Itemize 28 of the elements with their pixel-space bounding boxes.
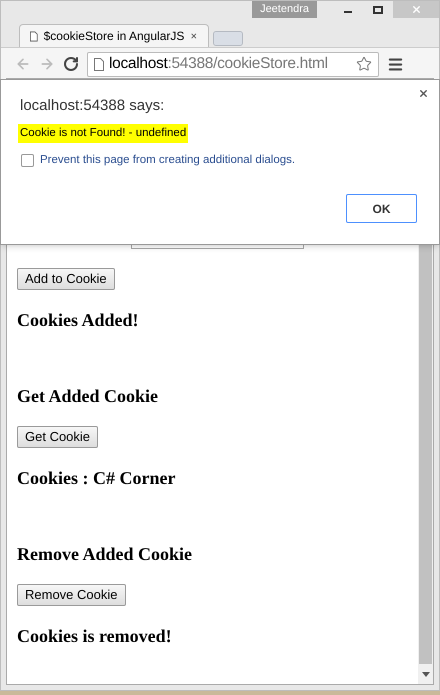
ok-button[interactable]: OK bbox=[346, 194, 417, 223]
page-icon bbox=[30, 30, 38, 42]
close-icon[interactable] bbox=[190, 31, 198, 41]
star-icon[interactable] bbox=[356, 56, 372, 72]
url-text: localhost:54388/cookieStore.html bbox=[109, 54, 328, 74]
page-button[interactable]: Get Cookie bbox=[17, 426, 98, 448]
browser-tab[interactable]: $cookieStore in AngularJS bbox=[19, 24, 209, 47]
maximize-icon[interactable] bbox=[373, 6, 383, 14]
tab-title: $cookieStore in AngularJS bbox=[44, 28, 184, 45]
page-icon bbox=[94, 58, 104, 70]
section-heading: Get Added Cookie bbox=[17, 385, 160, 407]
section-heading: Cookies : C# Corner bbox=[17, 467, 176, 489]
reload-icon[interactable] bbox=[63, 56, 79, 72]
page-button[interactable]: Remove Cookie bbox=[17, 584, 126, 606]
user-badge: Jeetendra bbox=[252, 1, 317, 18]
address-bar[interactable]: localhost:54388/cookieStore.html bbox=[87, 52, 379, 76]
section-heading: Cookies is removed! bbox=[17, 625, 173, 647]
dialog-title: localhost:54388 says: bbox=[20, 96, 164, 116]
close-icon bbox=[410, 4, 422, 15]
menu-icon[interactable] bbox=[387, 56, 404, 72]
prevent-dialogs-checkbox[interactable]: Prevent this page from creating additional dialogs. bbox=[21, 152, 296, 170]
section-heading: Cookies Added! bbox=[17, 309, 140, 331]
dialog-message: Cookie is not Found! - undefined bbox=[18, 124, 188, 144]
scroll-down-icon bbox=[422, 672, 430, 676]
minimize-icon[interactable] bbox=[344, 10, 352, 12]
close-icon[interactable] bbox=[418, 88, 429, 99]
section-heading: Remove Added Cookie bbox=[17, 543, 193, 565]
page-button[interactable]: Add to Cookie bbox=[17, 268, 115, 290]
